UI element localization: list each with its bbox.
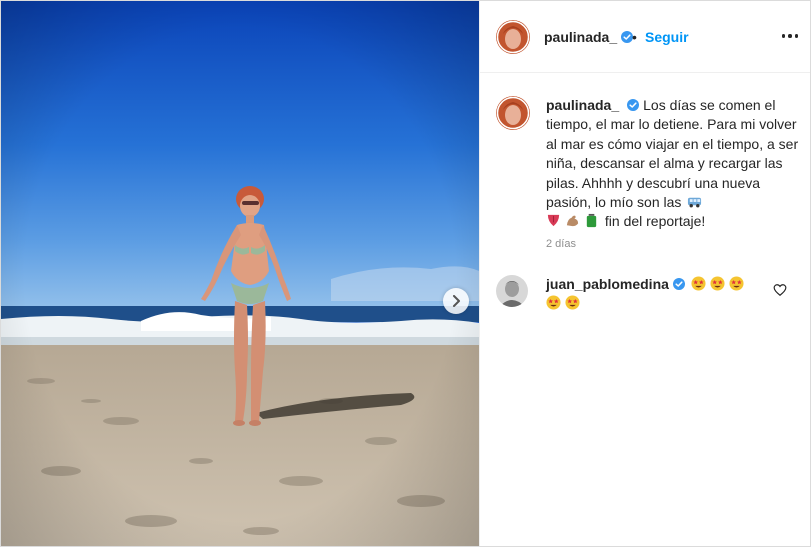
beach-photo — [1, 1, 479, 546]
commenter-username[interactable]: juan_pablomedina — [546, 276, 669, 292]
flexed-biceps-emoji — [566, 216, 579, 227]
chevron-right-icon — [453, 295, 460, 307]
battery-emoji — [586, 214, 597, 228]
more-options-icon[interactable] — [780, 28, 800, 44]
star-struck-emoji — [691, 276, 706, 291]
next-photo-button[interactable] — [443, 288, 469, 314]
post-timestamp[interactable]: 2 días — [546, 238, 576, 250]
caption-text: Los días se comen el tiempo, el mar lo d… — [546, 97, 799, 211]
comment-item: juan_pablomedina — [546, 275, 776, 314]
star-struck-emoji — [710, 276, 725, 291]
avatar-image — [496, 20, 530, 54]
dot-1 — [781, 34, 786, 38]
star-struck-emoji — [729, 276, 744, 291]
post-header: paulinada_ • Seguir — [480, 1, 810, 73]
dot-3 — [794, 34, 799, 38]
post-modal: paulinada_ • Seguir paulinada_ Los días s… — [0, 0, 811, 547]
author-avatar[interactable] — [496, 20, 530, 54]
follow-button[interactable]: Seguir — [645, 29, 689, 45]
author-username[interactable]: paulinada_ — [544, 29, 617, 45]
dot-2 — [788, 34, 792, 38]
van-emoji — [688, 197, 702, 208]
post-caption: paulinada_ Los días se comen el tiempo, e… — [546, 96, 802, 232]
caption-author-avatar[interactable] — [496, 96, 530, 130]
post-sidebar: paulinada_ • Seguir paulinada_ Los días s… — [479, 1, 810, 546]
caption-text-end: fin del reportaje! — [604, 213, 706, 230]
author-name[interactable]: paulinada_ — [544, 29, 634, 47]
verified-badge-icon — [627, 99, 640, 111]
tongue-emoji — [547, 215, 560, 227]
caption-username[interactable]: paulinada_ — [546, 97, 619, 113]
verified-badge-icon — [672, 278, 685, 290]
post-photo[interactable] — [1, 1, 479, 546]
avatar-image — [496, 96, 530, 130]
star-struck-emoji — [565, 295, 580, 310]
separator-dot: • — [632, 29, 637, 45]
star-struck-emoji — [546, 295, 561, 310]
commenter-avatar[interactable] — [496, 275, 528, 307]
avatar-image — [496, 275, 528, 307]
heart-icon[interactable] — [773, 283, 787, 297]
